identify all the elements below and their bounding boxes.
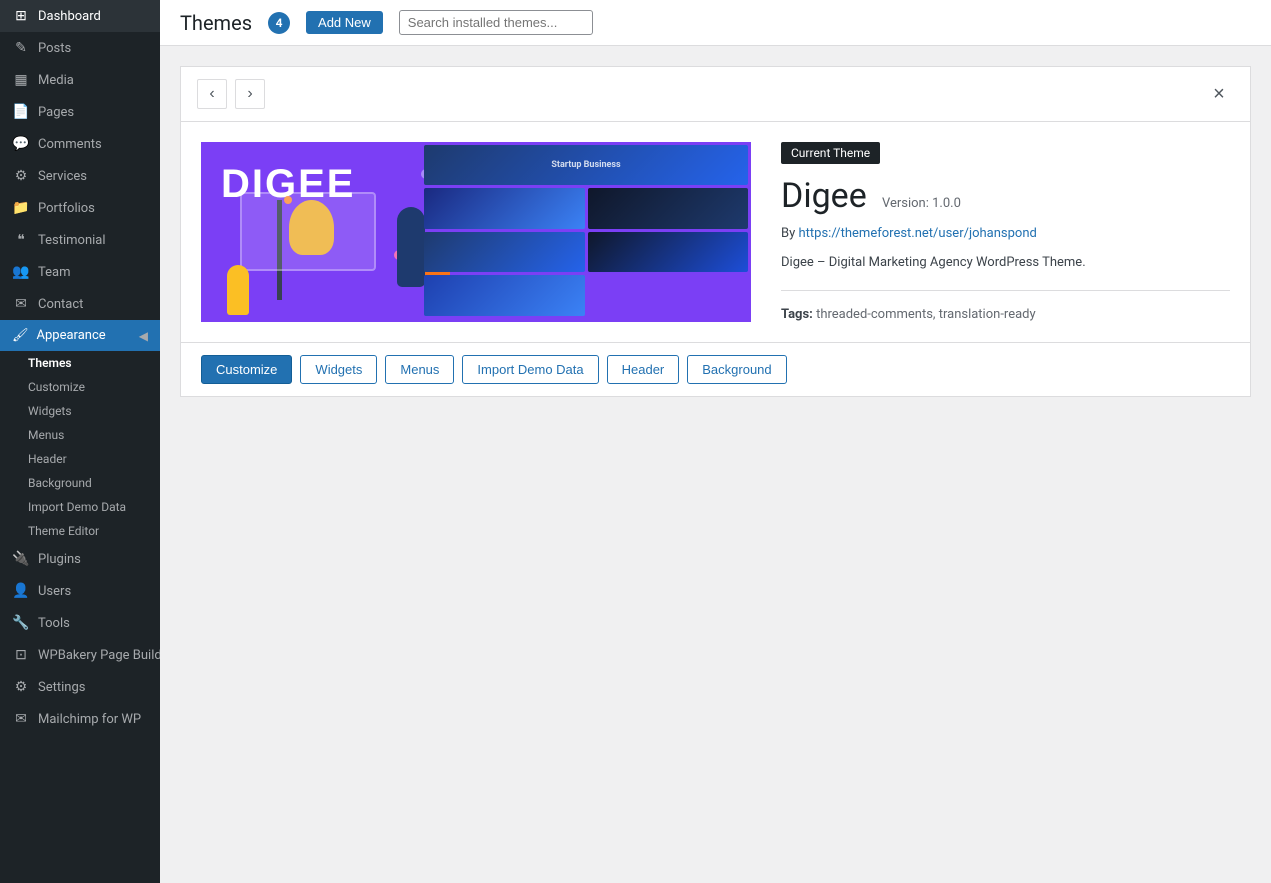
- sidebar-item-customize[interactable]: Customize: [0, 375, 160, 399]
- settings-icon: ⚙: [12, 679, 30, 695]
- sidebar-item-testimonial[interactable]: ❝ Testimonial: [0, 224, 160, 256]
- sidebar-item-comments[interactable]: 💬 Comments: [0, 128, 160, 160]
- tools-icon: 🔧: [12, 615, 30, 631]
- theme-info: Current Theme Digee Version: 1.0.0 By ht…: [781, 142, 1230, 322]
- menus-button[interactable]: Menus: [385, 355, 454, 384]
- posts-icon: ✎: [12, 40, 30, 56]
- import-demo-button[interactable]: Import Demo Data: [462, 355, 598, 384]
- main-content: Themes 4 Add New ‹ › × DIGEE: [160, 0, 1271, 883]
- users-icon: 👤: [12, 583, 30, 599]
- header-button[interactable]: Header: [607, 355, 680, 384]
- search-input[interactable]: [399, 10, 593, 35]
- theme-author-link[interactable]: https://themeforest.net/user/johanspond: [799, 226, 1037, 241]
- sidebar-item-import-demo[interactable]: Import Demo Data: [0, 495, 160, 519]
- mini-screenshot-6: [424, 275, 585, 315]
- sidebar-item-portfolios[interactable]: 📁 Portfolios: [0, 192, 160, 224]
- sidebar-item-team[interactable]: 👥 Team: [0, 256, 160, 288]
- presentation-board: [240, 192, 376, 271]
- sidebar-item-appearance[interactable]: 🖌 Appearance ◀: [0, 320, 160, 351]
- panel-body: DIGEE: [181, 122, 1250, 342]
- digee-preview-image: DIGEE: [201, 142, 751, 322]
- background-button[interactable]: Background: [687, 355, 786, 384]
- mailchimp-icon: ✉: [12, 711, 30, 727]
- sidebar-item-dashboard[interactable]: ⊞ Dashboard: [0, 0, 160, 32]
- team-icon: 👥: [12, 264, 30, 280]
- mini-screenshot-5: [588, 232, 749, 272]
- prev-button[interactable]: ‹: [197, 79, 227, 109]
- contact-icon: ✉: [12, 296, 30, 312]
- theme-tags: Tags: threaded-comments, translation-rea…: [781, 307, 1230, 322]
- theme-name: Digee: [781, 176, 867, 216]
- sidebar-item-services[interactable]: ⚙ Services: [0, 160, 160, 192]
- theme-name-row: Digee Version: 1.0.0: [781, 176, 1230, 216]
- widgets-button[interactable]: Widgets: [300, 355, 377, 384]
- sidebar-item-theme-editor[interactable]: Theme Editor: [0, 519, 160, 543]
- sidebar-item-mailchimp[interactable]: ✉ Mailchimp for WP: [0, 703, 160, 735]
- sidebar-item-users[interactable]: 👤 Users: [0, 575, 160, 607]
- theme-description: Digee – Digital Marketing Agency WordPre…: [781, 253, 1230, 274]
- sidebar-item-background[interactable]: Background: [0, 471, 160, 495]
- bottom-action-bar: Customize Widgets Menus Import Demo Data…: [181, 342, 1250, 396]
- next-button[interactable]: ›: [235, 79, 265, 109]
- mini-screenshot-1: Startup Business: [424, 145, 748, 185]
- theme-count-badge: 4: [268, 12, 290, 34]
- media-icon: ▦: [12, 72, 30, 88]
- sidebar-item-menus[interactable]: Menus: [0, 423, 160, 447]
- sidebar-item-widgets[interactable]: Widgets: [0, 399, 160, 423]
- mini-screenshot-2: [424, 188, 585, 228]
- appearance-icon: 🖌: [12, 328, 29, 343]
- sidebar-item-posts[interactable]: ✎ Posts: [0, 32, 160, 64]
- topbar: Themes 4 Add New: [160, 0, 1271, 46]
- sidebar-item-tools[interactable]: 🔧 Tools: [0, 607, 160, 639]
- sidebar: ⊞ Dashboard ✎ Posts ▦ Media 📄 Pages 💬 Co…: [0, 0, 160, 883]
- portfolios-icon: 📁: [12, 200, 30, 216]
- customize-button[interactable]: Customize: [201, 355, 292, 384]
- dashboard-icon: ⊞: [12, 8, 30, 24]
- sidebar-item-settings[interactable]: ⚙ Settings: [0, 671, 160, 703]
- digee-screenshots-grid: Startup Business: [421, 142, 751, 322]
- comments-icon: 💬: [12, 136, 30, 152]
- sidebar-item-media[interactable]: ▦ Media: [0, 64, 160, 96]
- sidebar-item-pages[interactable]: 📄 Pages: [0, 96, 160, 128]
- services-icon: ⚙: [12, 168, 30, 184]
- mini-screenshot-4: [424, 232, 585, 272]
- current-theme-badge: Current Theme: [781, 142, 880, 164]
- chevron-right-icon: ◀: [139, 329, 148, 343]
- content-area: ‹ › × DIGEE: [160, 46, 1271, 883]
- theme-screenshot: DIGEE: [201, 142, 751, 322]
- panel-nav: ‹ › ×: [181, 67, 1250, 122]
- theme-version: Version: 1.0.0: [882, 196, 961, 211]
- sidebar-item-themes[interactable]: Themes: [0, 351, 160, 375]
- close-button[interactable]: ×: [1204, 79, 1234, 109]
- pages-icon: 📄: [12, 104, 30, 120]
- person3-body: [227, 265, 249, 315]
- theme-detail-panel: ‹ › × DIGEE: [180, 66, 1251, 397]
- sidebar-item-contact[interactable]: ✉ Contact: [0, 288, 160, 320]
- plugins-icon: 🔌: [12, 551, 30, 567]
- theme-divider: [781, 290, 1230, 291]
- sidebar-item-wpbakery[interactable]: ⊡ WPBakery Page Builder: [0, 639, 160, 671]
- sidebar-item-header[interactable]: Header: [0, 447, 160, 471]
- add-new-button[interactable]: Add New: [306, 11, 383, 34]
- testimonial-icon: ❝: [12, 232, 30, 248]
- theme-author: By https://themeforest.net/user/johanspo…: [781, 226, 1230, 241]
- page-title: Themes: [180, 11, 252, 35]
- mini-screenshot-3: [588, 188, 749, 228]
- sidebar-item-plugins[interactable]: 🔌 Plugins: [0, 543, 160, 575]
- wpbakery-icon: ⊡: [12, 647, 30, 663]
